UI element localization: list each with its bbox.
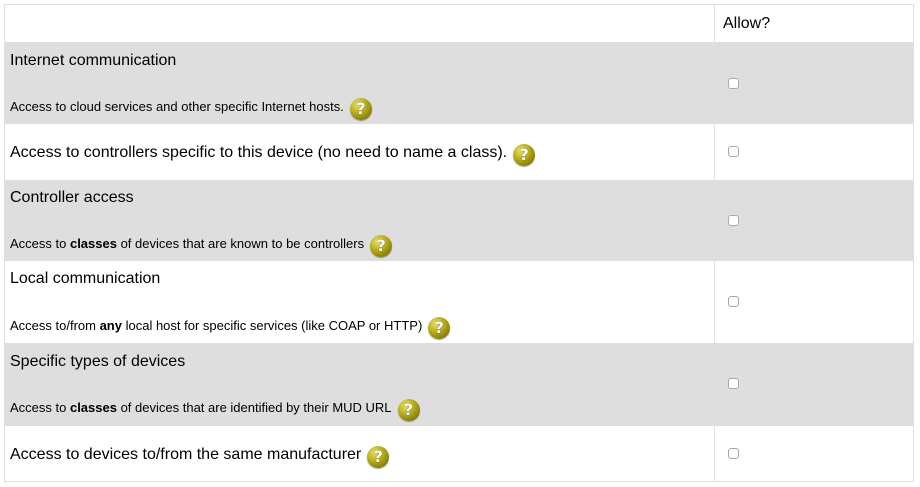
description-text: Access to bbox=[10, 236, 70, 251]
row-description: Access to devices to/from the same manuf… bbox=[10, 446, 390, 468]
row-allow-cell bbox=[715, 426, 913, 481]
description-text: Access to bbox=[10, 400, 70, 415]
row-internet-communication: Internet communication Access to cloud s… bbox=[5, 42, 913, 124]
description-text: Access to devices to/from the same manuf… bbox=[10, 446, 362, 463]
allow-header-cell: Allow? bbox=[715, 5, 913, 42]
allow-checkbox-controller-access[interactable] bbox=[728, 215, 739, 226]
mud-access-table: Allow? Internet communication Access to … bbox=[4, 4, 914, 482]
description-text: Access to/from bbox=[10, 318, 100, 333]
row-description: Access to controllers specific to this d… bbox=[10, 144, 536, 166]
table-header-row: Allow? bbox=[5, 5, 913, 42]
allow-checkbox-internet[interactable] bbox=[728, 78, 739, 89]
allow-column-header: Allow? bbox=[723, 15, 771, 32]
description-text: Access to cloud services and other speci… bbox=[10, 99, 344, 114]
help-icon[interactable]: ? bbox=[397, 399, 420, 421]
row-title: Local communication bbox=[10, 270, 161, 287]
description-emphasis: classes bbox=[69, 400, 117, 415]
row-title: Controller access bbox=[10, 189, 134, 206]
row-allow-cell bbox=[715, 180, 913, 261]
row-description-cell: Local communication Access to/from any l… bbox=[5, 261, 715, 343]
description-text: of devices that are identified by their … bbox=[116, 400, 392, 415]
row-description-cell: Internet communication Access to cloud s… bbox=[5, 42, 715, 124]
description-text: Access to controllers specific to this d… bbox=[10, 144, 508, 161]
help-icon[interactable]: ? bbox=[349, 98, 372, 120]
row-allow-cell bbox=[715, 343, 913, 426]
row-my-controllers: Access to controllers specific to this d… bbox=[5, 124, 913, 180]
description-emphasis: classes bbox=[69, 236, 117, 251]
row-specific-types-of-devices: Specific types of devices Access to clas… bbox=[5, 343, 913, 426]
help-icon[interactable]: ? bbox=[367, 446, 390, 468]
row-allow-cell bbox=[715, 42, 913, 124]
description-header-cell bbox=[5, 5, 715, 42]
row-description-cell: Specific types of devices Access to clas… bbox=[5, 343, 715, 426]
description-text: local host for specific services (like C… bbox=[121, 318, 423, 333]
help-icon[interactable]: ? bbox=[370, 235, 393, 257]
row-description-cell: Access to controllers specific to this d… bbox=[5, 124, 715, 180]
row-same-manufacturer: Access to devices to/from the same manuf… bbox=[5, 426, 913, 481]
row-title: Specific types of devices bbox=[10, 353, 186, 370]
help-icon[interactable]: ? bbox=[428, 317, 451, 339]
row-local-communication: Local communication Access to/from any l… bbox=[5, 261, 913, 343]
row-allow-cell bbox=[715, 261, 913, 343]
help-icon[interactable]: ? bbox=[513, 144, 536, 166]
row-allow-cell bbox=[715, 124, 913, 180]
description-emphasis: any bbox=[99, 318, 122, 333]
row-description-cell: Access to devices to/from the same manuf… bbox=[5, 426, 715, 481]
row-description-cell: Controller access Access to classes of d… bbox=[5, 180, 715, 261]
description-text: of devices that are known to be controll… bbox=[116, 236, 365, 251]
row-description: Access to cloud services and other speci… bbox=[10, 98, 372, 120]
allow-checkbox-same-manufacturer[interactable] bbox=[728, 448, 739, 459]
allow-checkbox-local-communication[interactable] bbox=[728, 296, 739, 307]
row-description: Access to classes of devices that are id… bbox=[10, 399, 420, 421]
allow-checkbox-my-controllers[interactable] bbox=[728, 146, 739, 157]
row-description: Access to classes of devices that are kn… bbox=[10, 235, 393, 257]
row-title: Internet communication bbox=[10, 52, 177, 69]
allow-checkbox-specific-types[interactable] bbox=[728, 378, 739, 389]
row-description: Access to/from any local host for specif… bbox=[10, 317, 451, 339]
row-controller-access: Controller access Access to classes of d… bbox=[5, 180, 913, 261]
